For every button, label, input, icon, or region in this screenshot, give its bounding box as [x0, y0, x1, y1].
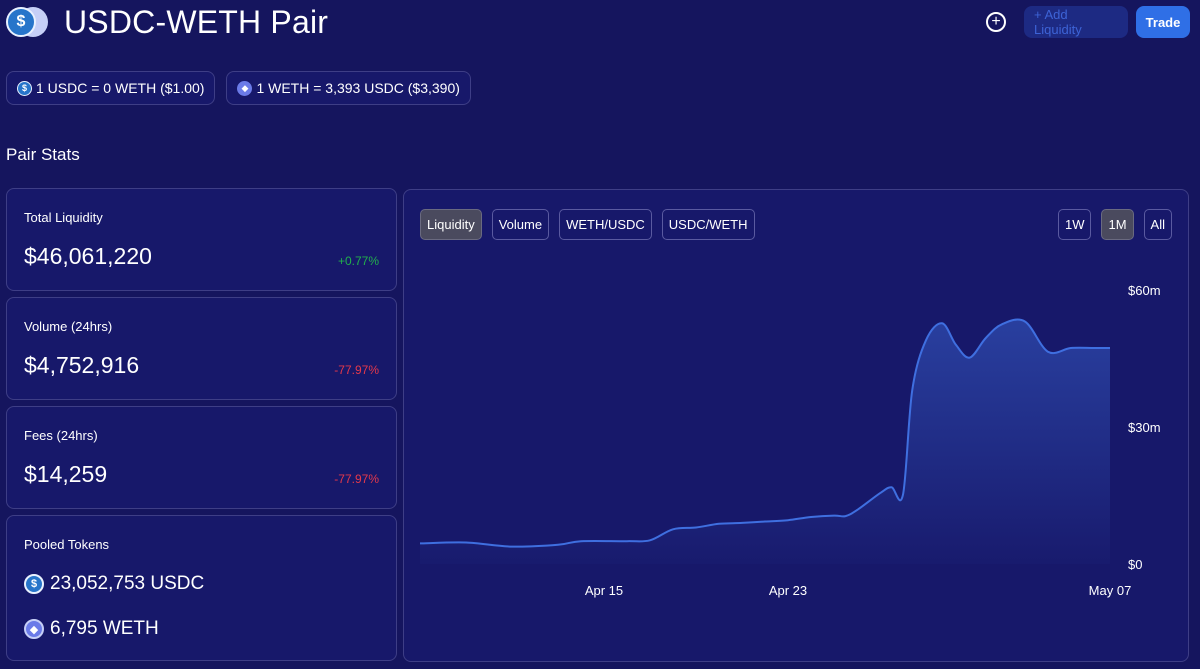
rate-text: 1 WETH = 3,393 USDC ($3,390) [256, 80, 460, 96]
y-tick-label: $0 [1128, 557, 1142, 572]
stat-change: +0.77% [337, 254, 379, 268]
pair-logo: $ [6, 4, 50, 40]
section-title: Pair Stats [6, 145, 80, 164]
rate-pills: $ 1 USDC = 0 WETH ($1.00) ◆ 1 WETH = 3,3… [6, 71, 471, 105]
pooled-amount: 23,052,753 USDC [50, 573, 205, 594]
stat-card-pooled: Pooled Tokens $ 23,052,753 USDC ◆ 6,795 … [6, 515, 397, 661]
stat-card-fees: Fees (24hrs) $14,259 -77.97% [6, 406, 397, 509]
stat-value: $4,752,916 [24, 352, 140, 378]
weth-icon: ◆ [24, 619, 44, 639]
add-circle-icon[interactable]: + [986, 12, 1006, 32]
rate-pill-weth[interactable]: ◆ 1 WETH = 3,393 USDC ($3,390) [226, 71, 471, 105]
pooled-row-weth: ◆ 6,795 WETH [24, 618, 159, 640]
pooled-amount: 6,795 WETH [50, 618, 159, 639]
x-tick-label: Apr 15 [585, 583, 623, 598]
liquidity-area [420, 319, 1110, 564]
stat-value: $46,061,220 [24, 243, 152, 269]
chart-card: Liquidity Volume WETH/USDC USDC/WETH 1W … [403, 189, 1189, 662]
pooled-row-usdc: $ 23,052,753 USDC [24, 573, 204, 595]
stat-change: -77.97% [334, 472, 379, 486]
page-title: USDC-WETH Pair [64, 3, 329, 40]
stat-change: -77.97% [334, 363, 379, 377]
usdc-icon: $ [24, 574, 44, 594]
header: $ USDC-WETH Pair [6, 2, 328, 42]
stat-label: Volume (24hrs) [24, 319, 113, 334]
usdc-icon: $ [6, 7, 36, 37]
y-tick-label: $30m [1128, 420, 1161, 435]
usdc-icon: $ [17, 80, 32, 96]
stat-label: Total Liquidity [24, 210, 103, 225]
x-tick-label: Apr 23 [769, 583, 807, 598]
stat-value: $14,259 [24, 461, 108, 487]
stat-label: Fees (24hrs) [24, 428, 98, 443]
rate-pill-usdc[interactable]: $ 1 USDC = 0 WETH ($1.00) [6, 71, 216, 105]
top-actions: + + Add Liquidity Trade [986, 6, 1190, 38]
rate-text: 1 USDC = 0 WETH ($1.00) [36, 80, 205, 96]
x-tick-label: May 07 [1089, 583, 1132, 598]
y-tick-label: $60m [1128, 283, 1161, 298]
liquidity-chart[interactable]: $0 $30m $60m Apr 15 Apr 23 May 07 [404, 190, 1190, 663]
trade-button[interactable]: Trade [1136, 6, 1190, 38]
stat-label: Pooled Tokens [24, 537, 110, 552]
stat-card-liquidity: Total Liquidity $46,061,220 +0.77% [6, 188, 397, 291]
weth-icon: ◆ [237, 80, 253, 96]
stat-card-volume: Volume (24hrs) $4,752,916 -77.97% [6, 297, 397, 400]
add-liquidity-button[interactable]: + Add Liquidity [1024, 6, 1128, 38]
